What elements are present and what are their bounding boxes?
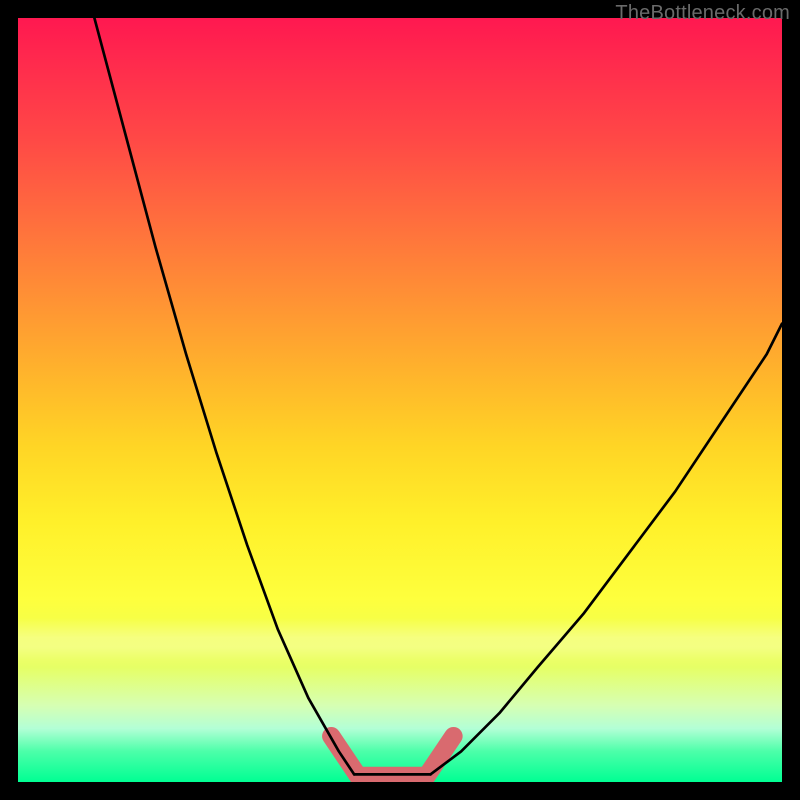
curve-right [431,324,782,775]
curve-layer [18,18,782,782]
curve-group [94,18,782,774]
curve-left [94,18,354,774]
attribution-text: TheBottleneck.com [615,2,790,25]
highlight-right [427,736,454,776]
chart-stage: TheBottleneck.com [0,0,800,800]
plot-area [18,18,782,782]
